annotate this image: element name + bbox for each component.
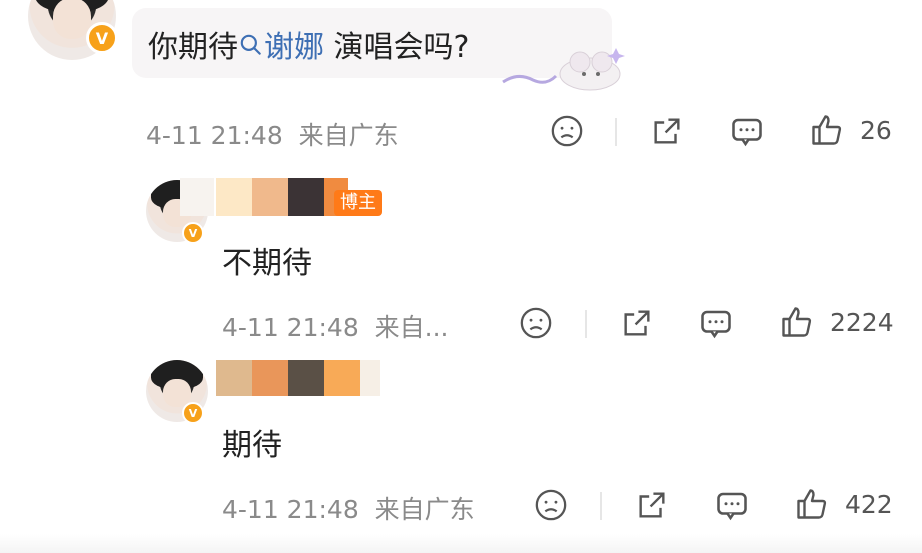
reply-meta: 4-11 21:48 来自... [222, 308, 448, 344]
censored-username-block [216, 360, 252, 396]
censored-username-block [288, 178, 324, 216]
bottom-fade [0, 534, 922, 553]
sad-face-icon[interactable] [519, 306, 553, 340]
comment-icon[interactable] [729, 114, 765, 150]
censored-username-block [360, 360, 380, 396]
censored-username-block [180, 178, 214, 216]
share-icon[interactable] [635, 488, 669, 522]
reply-text: 期待 [222, 428, 282, 463]
sad-face-icon[interactable] [550, 114, 584, 148]
comment-text-prefix: 你期待 [148, 30, 238, 65]
author-tag: 博主 [334, 190, 382, 216]
search-icon [238, 31, 264, 66]
like-count: 26 [860, 116, 892, 145]
like-count: 422 [845, 490, 893, 519]
verified-badge-icon: V [86, 22, 118, 54]
thumbs-up-icon[interactable] [779, 304, 815, 340]
divider [615, 118, 617, 146]
verified-badge-icon: V [182, 222, 204, 244]
comment-text-suffix: 演唱会吗? [324, 30, 470, 65]
divider [600, 492, 602, 520]
comment-time-value: 4-11 21:48 [146, 121, 283, 150]
verified-badge-icon: V [182, 402, 204, 424]
topic-link[interactable]: 谢娜 [238, 30, 324, 65]
reply-time: 4-11 21:48 [222, 313, 359, 342]
censored-username-block [216, 178, 252, 216]
sad-face-icon[interactable] [534, 488, 568, 522]
reply-text: 不期待 [222, 246, 312, 281]
censored-username-block [288, 360, 324, 396]
comment-text: 你期待 谢娜 演唱会吗? [148, 22, 469, 66]
thumbs-up-icon[interactable] [809, 112, 845, 148]
thumbs-up-icon[interactable] [794, 486, 830, 522]
reply-time: 4-11 21:48 [222, 495, 359, 524]
comment-time: 4-11 21:48 来自广东 [146, 116, 399, 152]
reply-location: 来自广东 [374, 495, 475, 524]
comment-location: 来自广东 [298, 121, 399, 150]
share-icon[interactable] [650, 114, 684, 148]
censored-username-block [252, 360, 288, 396]
share-icon[interactable] [620, 306, 654, 340]
censored-username-block [324, 360, 360, 396]
topic-label: 谢娜 [264, 30, 324, 65]
divider [585, 310, 587, 338]
comment-icon[interactable] [714, 488, 750, 524]
reply-meta: 4-11 21:48 来自广东 [222, 490, 475, 526]
like-count: 2224 [830, 308, 894, 337]
reply-location: 来自... [374, 313, 449, 342]
sticker-image [498, 38, 628, 94]
comment-icon[interactable] [698, 306, 734, 342]
censored-username-block [252, 178, 288, 216]
